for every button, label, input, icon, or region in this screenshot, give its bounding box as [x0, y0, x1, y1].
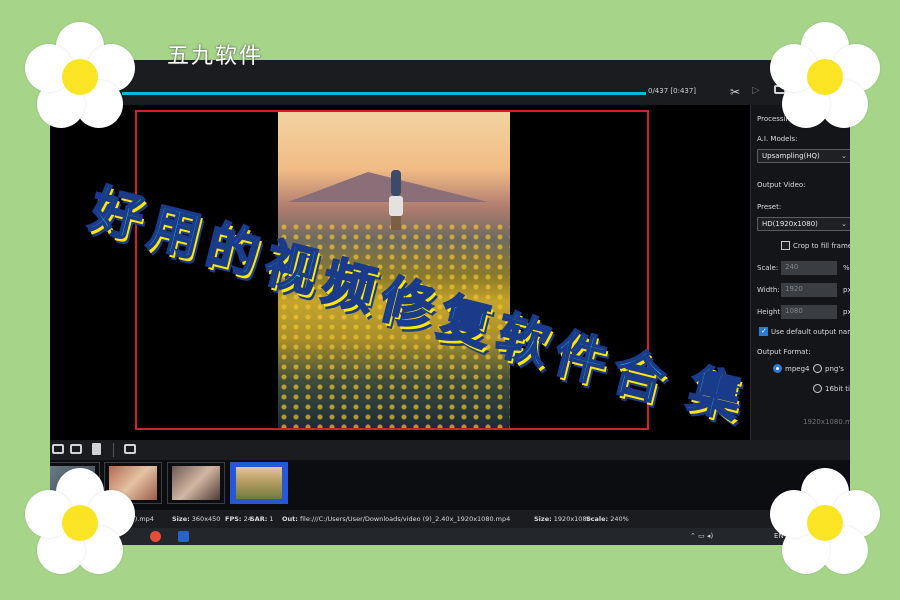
playback-progress-bar[interactable]	[122, 92, 646, 95]
next-icon[interactable]: ▷	[752, 85, 760, 96]
camera-icon[interactable]	[124, 444, 136, 454]
preset-select[interactable]: HD(1920x1080) ⌄	[757, 217, 850, 231]
height-label: Height:	[757, 308, 783, 316]
output-path: Out: file:///C:/Users/User/Downloads/vid…	[282, 515, 510, 523]
output-video-label: Output Video:	[757, 181, 806, 189]
output-filename: 1920x1080.mp4	[803, 418, 850, 426]
add-video-icon[interactable]	[52, 444, 64, 454]
width-unit: px	[843, 286, 850, 294]
input-fps: FPS: 24	[225, 515, 252, 523]
output-scale-value: 240%	[610, 515, 629, 523]
couple-figure	[389, 170, 403, 230]
trash-icon[interactable]	[92, 443, 101, 455]
tray-icons: ⌃ ▭ ◂)	[690, 532, 714, 540]
mountain-shape	[288, 172, 488, 202]
width-field[interactable]: 1920	[781, 283, 837, 297]
daisy-flower-icon	[770, 22, 880, 132]
out-value: file:///C:/Users/User/Downloads/video (9…	[299, 515, 511, 523]
output-scale: Scale: 240%	[586, 515, 629, 523]
ai-model-select[interactable]: Upsampling(HQ) ⌄	[757, 149, 850, 163]
out-label: Out:	[282, 515, 298, 523]
output-size: Size: 1920x1080	[534, 515, 591, 523]
height-unit: px	[843, 308, 850, 316]
crop-label: Crop to fill frame	[793, 242, 850, 250]
toolbar-divider	[113, 443, 114, 457]
format-radio-tiff[interactable]	[813, 384, 822, 393]
preset-value: HD(1920x1080)	[762, 220, 818, 228]
fps-label: FPS:	[225, 515, 242, 523]
app-icon[interactable]	[178, 531, 189, 542]
daisy-flower-icon	[25, 468, 135, 578]
sar-label: SAR:	[250, 515, 268, 523]
input-size-value: 360x450	[191, 515, 221, 523]
input-size: Size: 360x450	[172, 515, 220, 523]
chrome-icon[interactable]	[150, 531, 161, 542]
daisy-flower-icon	[25, 22, 135, 132]
thumbnail[interactable]	[167, 462, 225, 504]
height-field[interactable]: 1080	[781, 305, 837, 319]
status-bar: o (9).mp4 Size: 360x450 FPS: 24 SAR: 1 O…	[50, 510, 850, 528]
format-label-png: png's	[825, 365, 844, 373]
timeline-toolbar	[50, 440, 850, 460]
thumbnail-selected[interactable]	[230, 462, 288, 504]
preset-label: Preset:	[757, 203, 782, 211]
format-radio-png[interactable]	[813, 364, 822, 373]
ai-models-label: A.I. Models:	[757, 135, 798, 143]
scale-unit: %	[843, 264, 850, 272]
crop-checkbox[interactable]	[781, 241, 790, 250]
scale-label: Scale:	[757, 264, 779, 272]
thumbnail-strip	[50, 460, 850, 510]
remove-video-icon[interactable]	[70, 444, 82, 454]
input-sar: SAR: 1	[250, 515, 274, 523]
format-label-mpeg4: mpeg4	[785, 365, 810, 373]
os-taskbar: ⌃ ▭ ◂) EN	[50, 528, 850, 545]
output-size-label: Size:	[534, 515, 552, 523]
chevron-down-icon: ⌄	[841, 220, 847, 228]
daisy-flower-icon	[770, 468, 880, 578]
width-label: Width:	[757, 286, 780, 294]
scale-field[interactable]: 240	[781, 261, 837, 275]
frame-counter: 0/437 [0:437]	[648, 87, 697, 95]
input-size-label: Size:	[172, 515, 190, 523]
format-label-tiff: 16bit tiff	[825, 385, 850, 393]
output-format-label: Output Format:	[757, 348, 811, 356]
default-name-checkbox[interactable]	[759, 327, 768, 336]
scissors-icon[interactable]: ✂	[730, 85, 740, 99]
format-radio-mpeg4[interactable]	[773, 364, 782, 373]
chevron-down-icon: ⌄	[841, 152, 847, 160]
sar-value: 1	[269, 515, 274, 523]
default-name-label: Use default output name	[771, 328, 850, 336]
settings-panel: Processing A.I. Models: Upsampling(HQ) ⌄…	[750, 105, 850, 445]
output-scale-label: Scale:	[586, 515, 609, 523]
watermark-text: 五九软件	[167, 44, 264, 69]
ai-model-value: Upsampling(HQ)	[762, 152, 820, 160]
